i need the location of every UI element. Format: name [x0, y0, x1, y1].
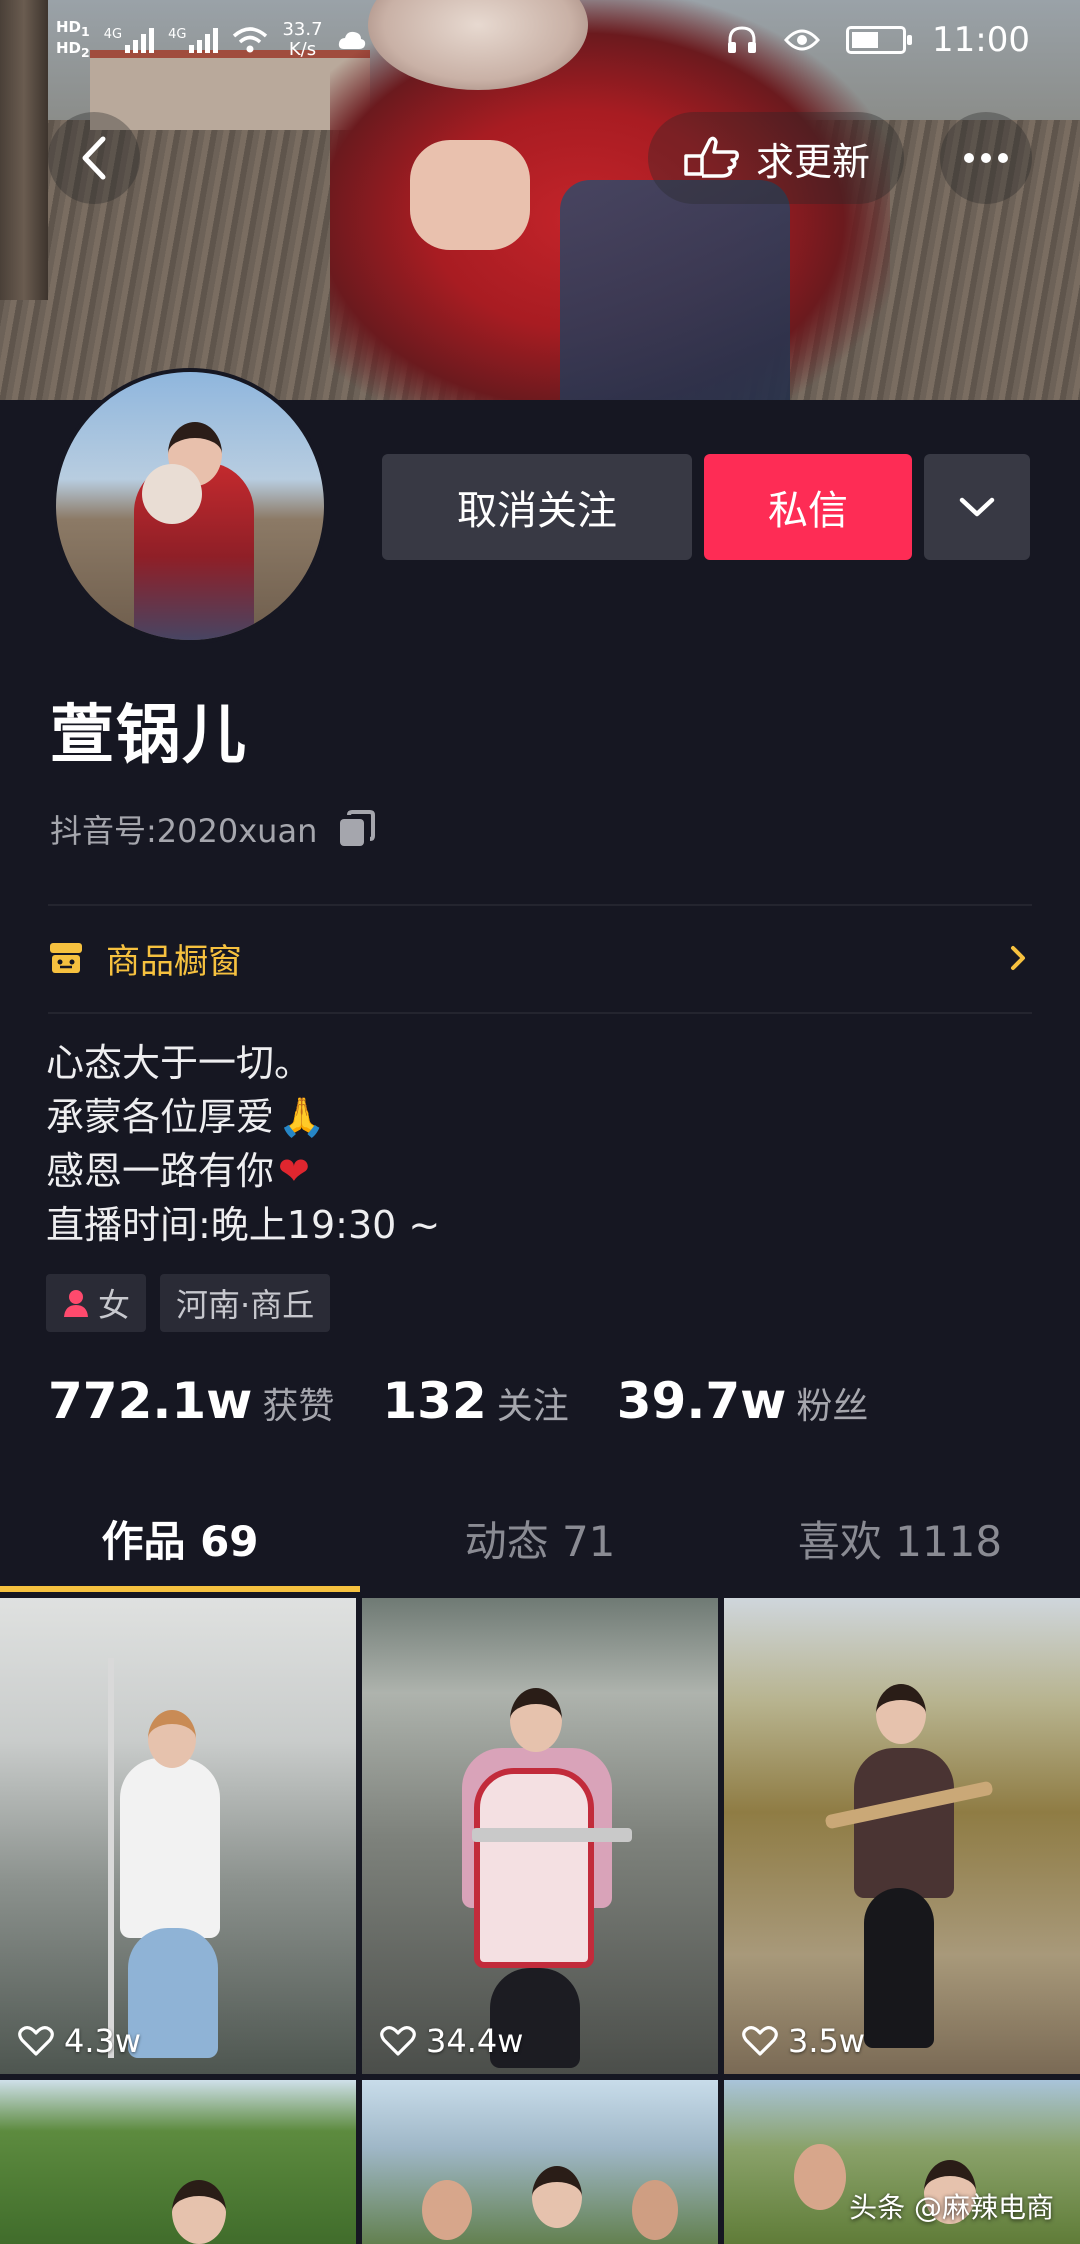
bio: 心态大于一切。 承蒙各位厚爱 🙏 感恩一路有你 ❤ 直播时间:晚上19:30 ~ — [46, 1036, 440, 1252]
headphones-icon — [728, 26, 757, 53]
profile-page: HD1 HD2 4G 4G 33.7 K/s 11:00 求更新 取消关注 私信… — [0, 0, 1080, 2244]
avatar[interactable] — [52, 368, 328, 644]
shop-icon — [50, 943, 82, 973]
profile-name: 萱锅儿 — [50, 699, 248, 773]
followers-stat[interactable]: 39.7w 粉丝 — [617, 1372, 869, 1430]
copy-icon[interactable] — [337, 809, 377, 849]
douyin-id-label: 抖音号: — [50, 812, 157, 850]
location-label: 河南·商丘 — [176, 1286, 315, 1324]
more-dot-icon — [998, 153, 1008, 163]
following-stat[interactable]: 132 关注 — [382, 1372, 568, 1430]
video-likes: 4.3w — [18, 2022, 141, 2060]
more-options-button[interactable] — [940, 112, 1032, 204]
tab-likes[interactable]: 喜欢 1118 — [720, 1484, 1080, 1592]
pray-emoji-icon: 🙏 — [278, 1095, 326, 1139]
eye-icon — [784, 29, 821, 51]
profile-tags: 女 河南·商丘 — [46, 1274, 331, 1332]
location-tag: 河南·商丘 — [160, 1274, 331, 1332]
heart-icon — [742, 2026, 778, 2056]
request-update-button[interactable]: 求更新 — [648, 112, 904, 204]
female-icon — [64, 1290, 88, 1317]
tab-works[interactable]: 作品 69 — [0, 1484, 360, 1592]
video-thumbnail[interactable]: 4.3w — [0, 1598, 356, 2074]
gender-tag: 女 — [46, 1274, 147, 1332]
signal-icon-2: 4G — [168, 27, 219, 53]
wifi-icon — [233, 27, 268, 53]
bio-line: 承蒙各位厚爱 🙏 — [46, 1090, 440, 1144]
signal-icon: 4G — [104, 27, 155, 53]
heart-icon — [18, 2026, 54, 2056]
tab-moments[interactable]: 动态 71 — [360, 1484, 720, 1592]
message-label: 私信 — [768, 488, 848, 534]
bio-line: 直播时间:晚上19:30 ~ — [46, 1203, 441, 1247]
back-button[interactable] — [48, 112, 140, 204]
pointing-hand-icon — [684, 136, 739, 178]
unfollow-button[interactable]: 取消关注 — [382, 454, 692, 560]
gender-label: 女 — [98, 1286, 131, 1324]
unfollow-label: 取消关注 — [457, 488, 617, 534]
cloud-alert-icon — [338, 31, 365, 49]
bio-line: 感恩一路有你 ❤ — [46, 1144, 440, 1198]
video-thumbnail[interactable]: 34.4w — [362, 1598, 718, 2074]
profile-stats: 772.1w 获赞 132 关注 39.7w 粉丝 — [48, 1372, 916, 1430]
network-speed: 33.7 K/s — [282, 19, 323, 60]
heart-emoji-icon: ❤ — [278, 1149, 310, 1193]
request-update-label: 求更新 — [755, 139, 870, 184]
heart-icon — [380, 2026, 416, 2056]
chevron-down-icon — [959, 497, 995, 517]
douyin-id-value: 2020xuan — [156, 812, 318, 850]
recommend-dropdown-button[interactable] — [924, 454, 1030, 560]
divider — [48, 1012, 1032, 1014]
chevron-right-icon — [1011, 946, 1025, 970]
chevron-left-icon — [82, 136, 106, 180]
video-thumbnail[interactable] — [362, 2080, 718, 2244]
bio-line: 心态大于一切。 — [46, 1041, 313, 1085]
video-thumbnail[interactable] — [0, 2080, 356, 2244]
battery-icon — [846, 26, 913, 54]
more-dot-icon — [981, 153, 991, 163]
message-button[interactable]: 私信 — [704, 454, 912, 560]
status-bar: HD1 HD2 4G 4G 33.7 K/s 11:00 — [0, 0, 1080, 80]
hd-indicator: HD1 HD2 — [56, 18, 90, 61]
video-likes: 34.4w — [380, 2022, 523, 2060]
content-tabs: 作品 69 动态 71 喜欢 1118 — [0, 1484, 1080, 1592]
douyin-id: 抖音号:2020xuan — [50, 806, 377, 852]
more-dot-icon — [964, 153, 974, 163]
video-likes: 3.5w — [742, 2022, 865, 2060]
video-thumbnail[interactable]: 3.5w — [724, 1598, 1080, 2074]
likes-stat: 772.1w 获赞 — [48, 1372, 335, 1430]
clock: 11:00 — [932, 20, 1030, 60]
video-grid: 4.3w 34.4w 3.5w — [0, 1598, 1080, 2244]
shop-window-row[interactable]: 商品橱窗 — [48, 906, 1032, 1010]
shop-window-label: 商品橱窗 — [106, 941, 242, 982]
watermark: 头条 @麻辣电商 — [849, 2191, 1054, 2224]
